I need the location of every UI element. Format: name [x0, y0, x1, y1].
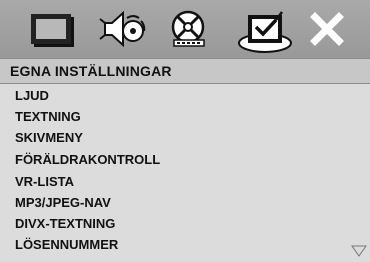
page-title: EGNA INSTÄLLNINGAR: [10, 63, 172, 79]
menu-item-foraldrakontroll[interactable]: FÖRÄLDRAKONTROLL: [15, 150, 160, 170]
tab-general[interactable]: [28, 9, 78, 49]
menu-item-vr-lista[interactable]: VR-LISTA: [15, 172, 74, 192]
tab-preferences[interactable]: [236, 7, 294, 53]
tab-video[interactable]: [166, 9, 216, 49]
triangle-down-icon: [351, 245, 367, 257]
menu-item-losennummer[interactable]: LÖSENNUMMER: [15, 235, 118, 255]
menu-item-divx-textning[interactable]: DIVX-TEXTNING: [15, 214, 115, 234]
setup-tab-bar: [0, 0, 370, 58]
section-title-bar: EGNA INSTÄLLNINGAR: [0, 58, 370, 84]
close-icon: [310, 12, 344, 46]
scroll-down-indicator[interactable]: [351, 244, 367, 257]
checked-panel-icon: [238, 11, 292, 53]
tab-exit[interactable]: [306, 9, 348, 49]
menu-item-ljud[interactable]: LJUD: [15, 86, 49, 106]
display-monitor-icon: [31, 14, 74, 47]
menu-item-mp3-jpeg-nav[interactable]: MP3/JPEG-NAV: [15, 193, 111, 213]
osd-setup-screen: EGNA INSTÄLLNINGAR LJUD TEXTNING SKIVMEN…: [0, 0, 370, 262]
menu-item-skivmeny[interactable]: SKIVMENY: [15, 128, 83, 148]
speaker-icon: [99, 10, 146, 48]
menu-item-textning[interactable]: TEXTNING: [15, 107, 81, 127]
video-reel-icon: [171, 10, 205, 47]
tab-audio[interactable]: [97, 9, 149, 49]
